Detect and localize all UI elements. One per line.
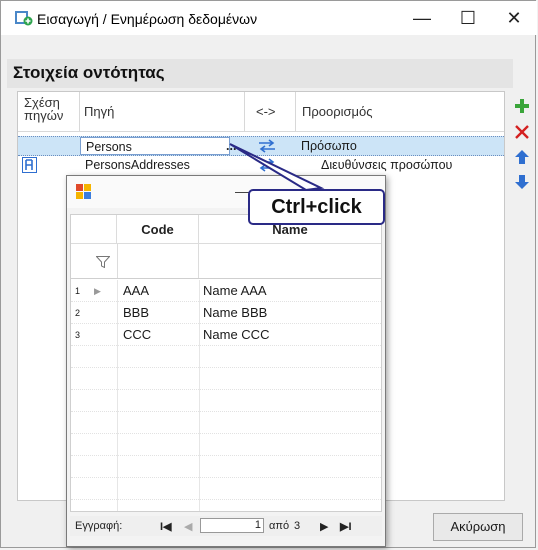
row-tools [509, 93, 535, 223]
row-number: 2 [75, 308, 81, 318]
move-up-icon [515, 150, 529, 164]
source-cell[interactable]: Persons [80, 137, 230, 155]
column-header-destination[interactable]: Προορισμός [296, 92, 504, 132]
column-divider [117, 280, 118, 511]
maximize-icon: ☐ [459, 7, 477, 28]
last-record-button[interactable]: ▶I [340, 520, 352, 533]
close-button[interactable]: ✕ [491, 1, 537, 35]
add-row-button[interactable] [513, 97, 531, 115]
section-header: Στοιχεία οντότητας [7, 59, 513, 88]
of-label: από [269, 520, 290, 532]
column-header-source-label: Πηγή [84, 104, 115, 119]
window-title: Εισαγωγή / Ενημέρωση δεδομένων [37, 11, 258, 27]
close-icon: ✕ [506, 7, 522, 28]
name-cell[interactable]: Name CCC [203, 324, 269, 346]
code-cell[interactable]: CCC [123, 324, 151, 346]
source-cell[interactable]: PersonsAddresses [80, 156, 245, 174]
next-record-button[interactable]: ▶ [320, 520, 328, 533]
relation-icon [22, 157, 37, 173]
maximize-button[interactable]: ☐ [445, 1, 491, 35]
column-divider [199, 280, 200, 511]
minimize-icon: — [413, 7, 431, 28]
move-down-icon [515, 175, 529, 189]
row-number: 3 [75, 330, 81, 340]
delete-icon [515, 125, 529, 139]
column-header-relation-label: Σχέση πηγών [24, 95, 64, 123]
lookup-popup: Code Name 1 ▶ AAA Name AAA 2 BBB Name BB… [66, 175, 386, 547]
first-record-button[interactable]: I◀ [160, 520, 172, 533]
code-cell[interactable]: BBB [123, 302, 149, 324]
record-label: Εγγραφή: [75, 520, 123, 532]
move-down-button[interactable] [513, 173, 531, 191]
row-number: 1 [75, 286, 81, 296]
cancel-button[interactable]: Ακύρωση [433, 513, 523, 541]
minimize-button[interactable]: — [399, 1, 445, 35]
code-cell[interactable]: AAA [123, 280, 149, 302]
total-records: 3 [294, 520, 301, 532]
lookup-grid: Code Name 1 ▶ AAA Name AAA 2 BBB Name BB… [70, 214, 382, 512]
name-cell[interactable]: Name AAA [203, 280, 267, 302]
filter-code-input[interactable] [117, 244, 199, 278]
name-cell[interactable]: Name BBB [203, 302, 267, 324]
app-icon [15, 11, 33, 26]
add-icon [515, 99, 529, 113]
filter-name-input[interactable] [199, 244, 381, 278]
filter-icon[interactable] [96, 256, 110, 268]
filter-row [71, 244, 381, 279]
ctrl-click-callout: Ctrl+click [248, 189, 385, 225]
title-bar: Εισαγωγή / Ενημέρωση δεδομένων — ☐ ✕ [1, 1, 537, 35]
current-record-input[interactable]: 1 [200, 518, 264, 533]
column-header-source[interactable]: Πηγή [80, 92, 245, 132]
table-icon [76, 184, 91, 199]
current-row-indicator-icon: ▶ [94, 286, 101, 296]
row-header-corner [71, 215, 117, 244]
column-header-relation[interactable]: Σχέση πηγών [18, 92, 80, 132]
destination-cell[interactable]: Πρόσωπο [296, 137, 496, 155]
delete-row-button[interactable] [513, 123, 531, 141]
column-header-arrow-label: <-> [256, 104, 276, 119]
prev-record-icon[interactable]: ◀ [184, 520, 192, 533]
column-header-destination-label: Προορισμός [302, 104, 373, 119]
section-title: Στοιχεία οντότητας [13, 63, 165, 82]
destination-cell[interactable]: Διευθύνσεις προσώπου [316, 156, 502, 174]
move-up-button[interactable] [513, 148, 531, 166]
record-navigator: Εγγραφή: I◀ ◀ 1 από 3 ▶ ▶I [70, 516, 382, 536]
column-header-arrow[interactable]: <-> [245, 92, 296, 132]
column-header-code[interactable]: Code [117, 215, 199, 244]
